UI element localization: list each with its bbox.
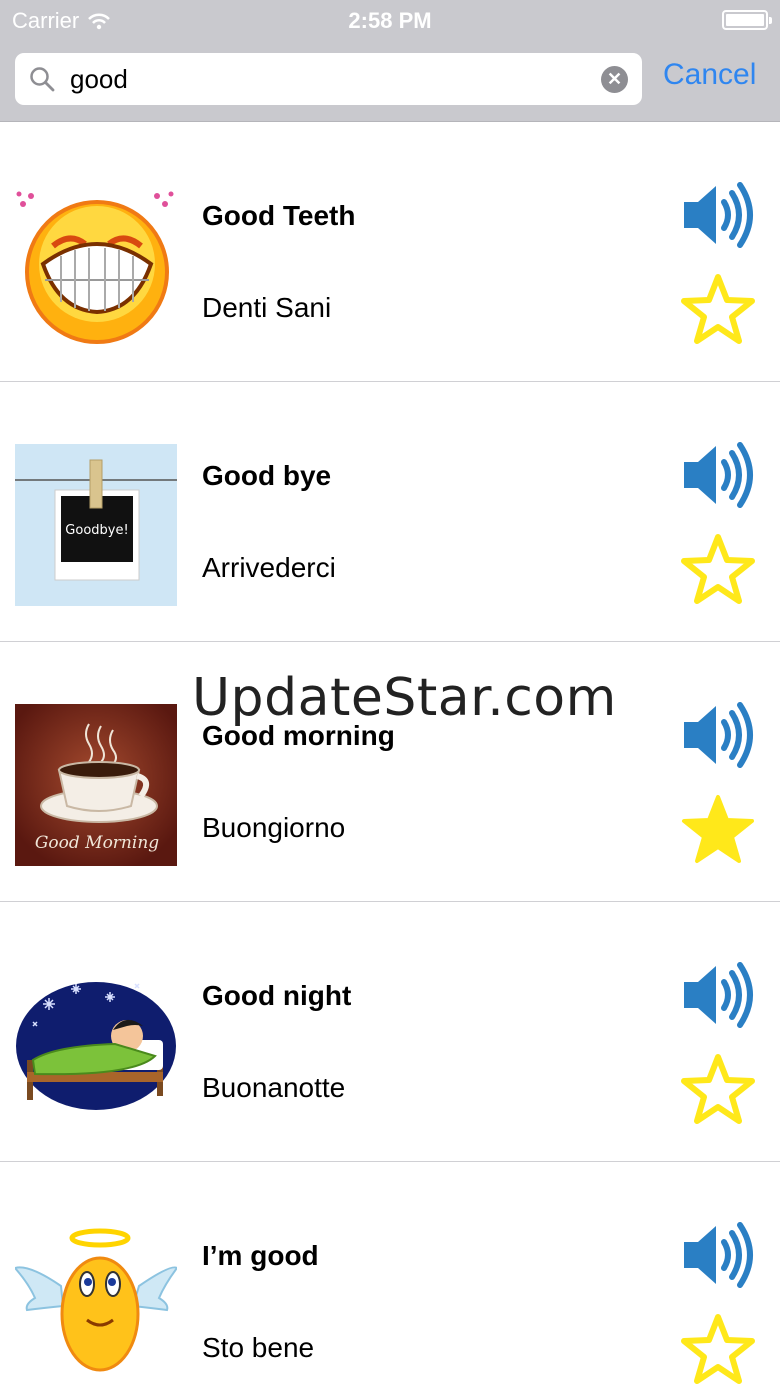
sleeping-boy-image <box>15 964 177 1126</box>
phrase-translation: Denti Sani <box>202 292 332 323</box>
favorite-star-filled-icon[interactable] <box>680 792 756 866</box>
watermark: UpdateStar.com <box>192 668 617 728</box>
search-input[interactable] <box>70 61 590 97</box>
phrase-translation: Sto bene <box>202 1332 315 1363</box>
list-item[interactable]: Good Teeth Denti Sani <box>0 122 780 382</box>
phrase-title: Good night <box>202 980 352 1011</box>
favorite-star-icon[interactable] <box>680 272 756 346</box>
clock: 2:58 PM <box>348 8 432 33</box>
search-field[interactable]: ✕ <box>15 53 642 105</box>
grinning-smiley-image <box>15 184 177 346</box>
speaker-icon[interactable] <box>680 182 756 248</box>
phrase-translation: Arrivederci <box>202 552 336 583</box>
search-icon <box>30 67 55 92</box>
phrase-title: Good Teeth <box>202 200 356 231</box>
clear-icon[interactable]: ✕ <box>601 66 628 93</box>
list-item[interactable]: I’m good Sto bene <box>0 1162 780 1387</box>
coffee-cup-image: Good Morning <box>15 704 177 866</box>
speaker-icon[interactable] <box>680 442 756 508</box>
favorite-star-icon[interactable] <box>680 532 756 606</box>
goodbye-image-text: Goodbye! <box>65 523 128 538</box>
phrase-translation: Buonanotte <box>202 1072 346 1103</box>
battery-icon <box>722 10 772 30</box>
phrase-translation: Buongiorno <box>202 812 346 843</box>
goodbye-polaroid-image: Goodbye! <box>15 444 177 606</box>
favorite-star-icon[interactable] <box>680 1312 756 1386</box>
speaker-icon[interactable] <box>680 1222 756 1288</box>
coffee-image-text: Good Morning <box>35 833 159 853</box>
cancel-button[interactable]: Cancel <box>663 58 756 92</box>
list-item[interactable]: Goodbye! Good bye Arrivederci <box>0 382 780 642</box>
angel-smiley-image <box>15 1224 177 1386</box>
phrase-title: Good bye <box>202 460 332 491</box>
search-bar: ✕ Cancel <box>0 40 780 122</box>
list-item[interactable]: Good night Buonanotte <box>0 902 780 1162</box>
results-list: Good Teeth Denti Sani Goodbye! Good bye … <box>0 122 780 1387</box>
favorite-star-icon[interactable] <box>680 1052 756 1126</box>
phrase-title: I’m good <box>202 1240 319 1271</box>
speaker-icon[interactable] <box>680 962 756 1028</box>
status-bar: Carrier 2:58 PM <box>0 0 780 40</box>
speaker-icon[interactable] <box>680 702 756 768</box>
